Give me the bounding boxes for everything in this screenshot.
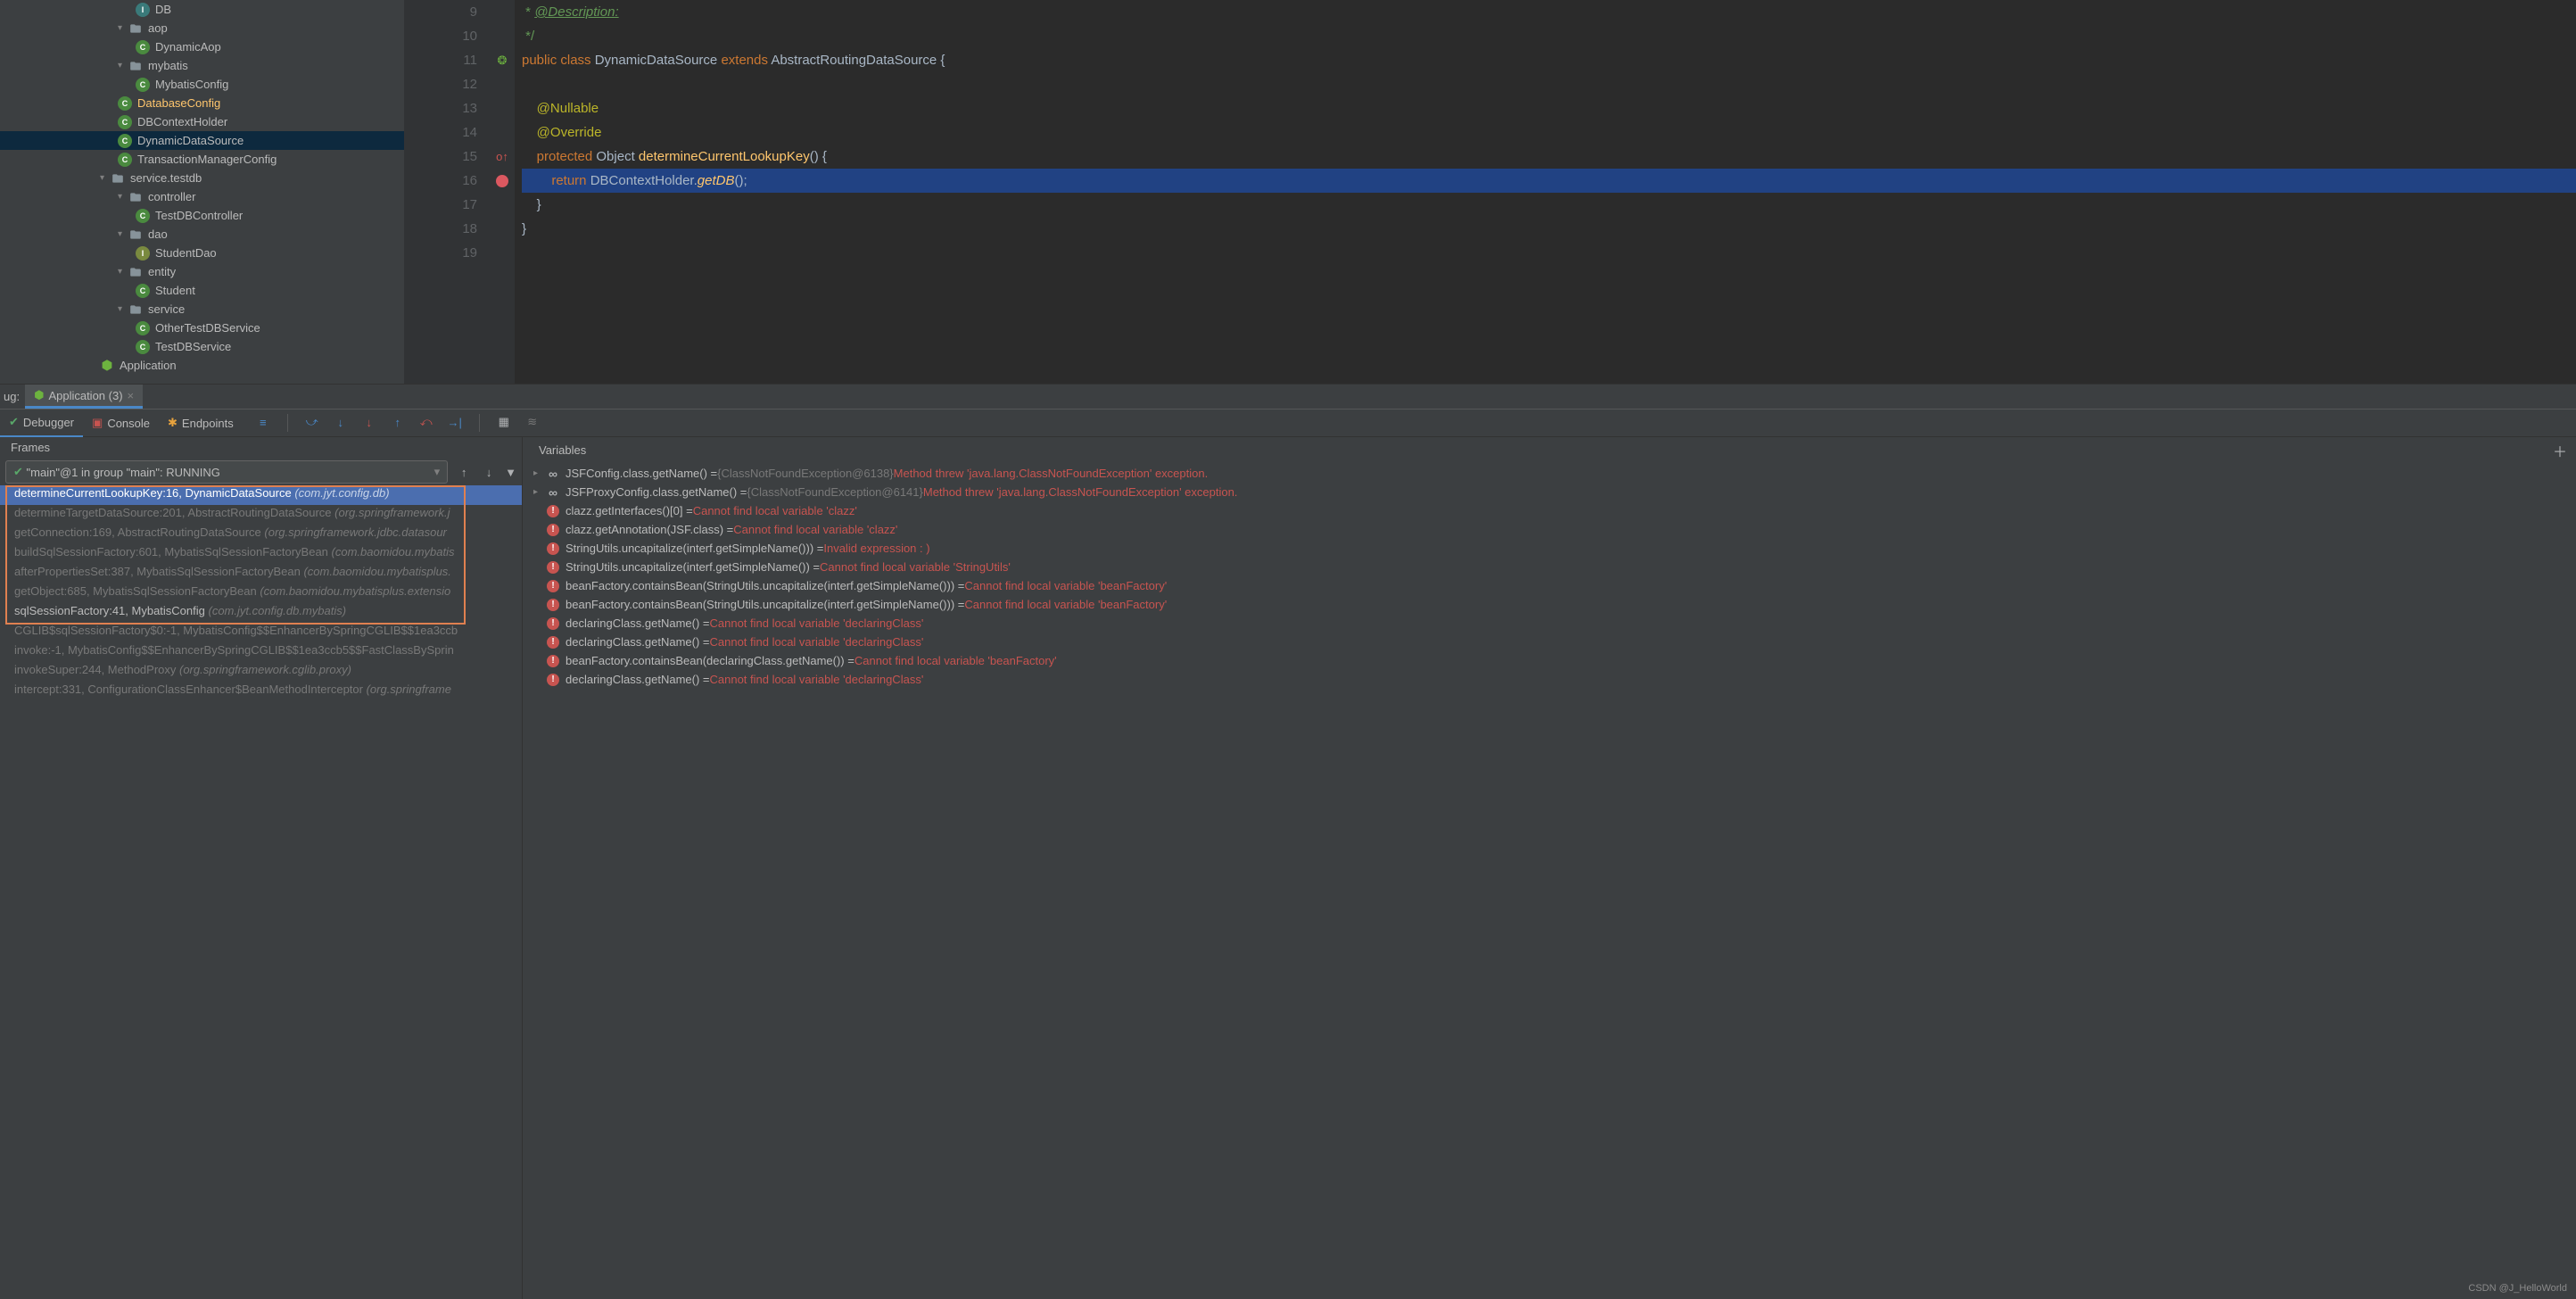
project-tree[interactable]: IDB ▾aop CDynamicAop ▾mybatis CMybatisCo… [0,0,404,384]
tree-item-servicetestdb[interactable]: ▾service.testdb [0,169,404,187]
threads-icon[interactable]: ≡ [255,414,271,430]
tree-item-testdbservice[interactable]: CTestDBService [0,337,404,356]
tree-item-controller[interactable]: ▾controller [0,187,404,206]
debug-toolbar: ✔Debugger ▣Console ✱Endpoints ≡ ⤻ ↓ ↓ ↑ … [0,409,2576,437]
run-to-cursor-icon[interactable]: →| [447,414,463,430]
tree-item-testdbcontroller[interactable]: CTestDBController [0,206,404,225]
tree-item-dao[interactable]: ▾dao [0,225,404,244]
error-icon: ! [547,636,559,649]
checkmark-icon: ✔ [9,415,19,429]
stack-frame[interactable]: determineTargetDataSource:201, AbstractR… [0,505,522,525]
debug-label: ug: [4,390,25,403]
tree-item-student[interactable]: CStudent [0,281,404,300]
spring-icon: ⬢ [34,388,44,402]
tree-item-studentdao[interactable]: IStudentDao [0,244,404,262]
frames-pane: Frames ✔ "main"@1 in group "main": RUNNI… [0,437,523,1299]
code-area[interactable]: * @Description: */ public class DynamicD… [515,0,2576,384]
thread-selector[interactable]: ✔ "main"@1 in group "main": RUNNING ▾ [5,460,448,484]
stack-frame[interactable]: determineCurrentLookupKey:16, DynamicDat… [0,485,522,505]
stack-frame[interactable]: getConnection:169, AbstractRoutingDataSo… [0,525,522,544]
tab-debugger[interactable]: ✔Debugger [0,409,83,437]
gutter-line-numbers: 910111213141516171819 [404,0,490,384]
stack-frame[interactable]: sqlSessionFactory:41, MybatisConfig (com… [0,603,522,623]
tree-item-mybatis[interactable]: ▾mybatis [0,56,404,75]
force-step-into-icon[interactable]: ↓ [361,414,377,430]
error-icon: ! [547,617,559,630]
watch-icon: ∞ [549,485,557,500]
step-into-icon[interactable]: ↓ [333,414,349,430]
tree-item-mybatisconfig[interactable]: CMybatisConfig [0,75,404,94]
chevron-down-icon: ▾ [434,465,441,479]
variable-row[interactable]: !clazz.getInterfaces()[0] = Cannot find … [523,501,2576,520]
frame-down-icon[interactable]: ↓ [480,466,498,479]
variable-row[interactable]: !StringUtils.uncapitalize(interf.getSimp… [523,539,2576,558]
tab-endpoints[interactable]: ✱Endpoints [159,409,243,437]
tree-item-othertestdbservice[interactable]: COtherTestDBService [0,319,404,337]
variable-row[interactable]: !beanFactory.containsBean(StringUtils.un… [523,576,2576,595]
tree-item-transactionmanagerconfig[interactable]: CTransactionManagerConfig [0,150,404,169]
run-tab-application[interactable]: ⬢ Application (3) × [25,385,143,409]
stack-frame[interactable]: intercept:331, ConfigurationClassEnhance… [0,682,522,701]
error-icon: ! [547,542,559,555]
stack-frame[interactable]: buildSqlSessionFactory:601, MybatisSqlSe… [0,544,522,564]
add-watch-icon[interactable]: ＋ [2553,440,2571,461]
variable-row[interactable]: !declaringClass.getName() = Cannot find … [523,633,2576,651]
tree-item-db[interactable]: IDB [0,0,404,19]
error-icon: ! [547,524,559,536]
tree-item-aop[interactable]: ▾aop [0,19,404,37]
frame-up-icon[interactable]: ↑ [455,466,473,479]
tree-item-databaseconfig[interactable]: CDatabaseConfig [0,94,404,112]
error-icon: ! [547,580,559,592]
filter-icon[interactable]: ▼ [505,466,516,479]
run-tab-bar: ug: ⬢ Application (3) × [0,384,2576,409]
editor[interactable]: 910111213141516171819 ❂ o↑ * @Descriptio… [404,0,2576,384]
watermark: CSDN @J_HelloWorld [2468,1283,2567,1294]
stack-frame[interactable]: invoke:-1, MybatisConfig$$EnhancerBySpri… [0,642,522,662]
checkmark-icon: ✔ [13,465,23,479]
error-icon: ! [547,561,559,574]
frames-header: Frames [0,437,522,459]
variable-row[interactable]: !beanFactory.containsBean(StringUtils.un… [523,595,2576,614]
gutter-icons: ❂ o↑ [490,0,515,384]
drop-frame-icon[interactable]: ⤺ [418,414,434,430]
error-icon: ! [547,655,559,667]
stack-frame[interactable]: getObject:685, MybatisSqlSessionFactoryB… [0,583,522,603]
variable-row[interactable]: !StringUtils.uncapitalize(interf.getSimp… [523,558,2576,576]
trace-icon[interactable]: ≋ [524,414,541,430]
error-icon: ! [547,674,559,686]
variable-row[interactable]: ▸∞JSFConfig.class.getName() = {ClassNotF… [523,464,2576,483]
tree-item-entity[interactable]: ▾entity [0,262,404,281]
override-icon[interactable]: o↑ [496,150,508,163]
tree-item-dbcontextholder[interactable]: CDBContextHolder [0,112,404,131]
close-icon[interactable]: × [128,389,135,402]
step-out-icon[interactable]: ↑ [390,414,406,430]
watch-icon: ∞ [549,467,557,481]
tree-item-dynamicdatasource[interactable]: CDynamicDataSource [0,131,404,150]
evaluate-icon[interactable]: ▦ [496,414,512,430]
variable-row[interactable]: ▸∞JSFProxyConfig.class.getName() = {Clas… [523,483,2576,501]
error-icon: ! [547,505,559,517]
variable-row[interactable]: !beanFactory.containsBean(declaringClass… [523,651,2576,670]
step-over-icon[interactable]: ⤻ [304,414,320,430]
frame-list[interactable]: determineCurrentLookupKey:16, DynamicDat… [0,485,522,1299]
variable-row[interactable]: !clazz.getAnnotation(JSF.class) = Cannot… [523,520,2576,539]
stack-frame[interactable]: invokeSuper:244, MethodProxy (org.spring… [0,662,522,682]
tab-console[interactable]: ▣Console [83,409,159,437]
variables-pane: Variables ＋ ▸∞JSFConfig.class.getName() … [523,437,2576,1299]
console-icon: ▣ [92,416,103,430]
variable-row[interactable]: !declaringClass.getName() = Cannot find … [523,670,2576,689]
stack-frame[interactable]: CGLIB$sqlSessionFactory$0:-1, MybatisCon… [0,623,522,642]
variable-list[interactable]: ▸∞JSFConfig.class.getName() = {ClassNotF… [523,464,2576,689]
error-icon: ! [547,599,559,611]
variables-header: Variables [528,440,2546,461]
tree-item-service[interactable]: ▾service [0,300,404,319]
variable-row[interactable]: !declaringClass.getName() = Cannot find … [523,614,2576,633]
endpoints-icon: ✱ [168,416,178,430]
breakpoint-icon[interactable] [496,175,508,187]
stack-frame[interactable]: afterPropertiesSet:387, MybatisSqlSessio… [0,564,522,583]
tree-item-dynamicaop[interactable]: CDynamicAop [0,37,404,56]
tree-item-application[interactable]: ⬢Application [0,356,404,375]
bean-icon[interactable]: ❂ [498,54,508,68]
